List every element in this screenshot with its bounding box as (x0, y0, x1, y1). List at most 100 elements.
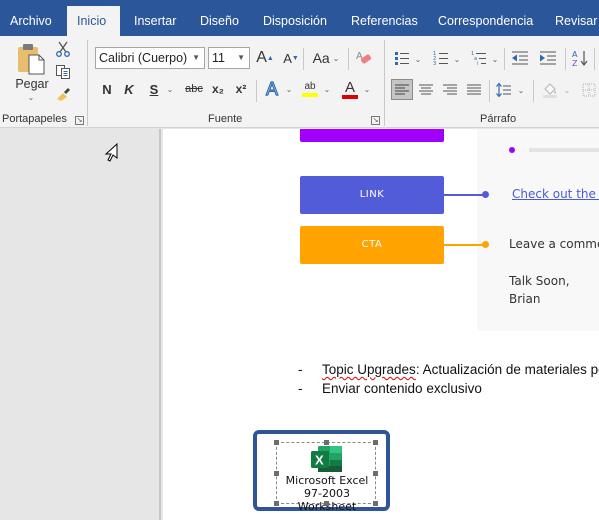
superscript-button[interactable]: x² (232, 80, 250, 98)
highlight-dropdown-icon[interactable]: ⌄ (322, 82, 332, 96)
grow-font-button[interactable]: A ▲ (255, 48, 275, 68)
tab-diseno[interactable]: Diseño (190, 6, 249, 36)
link-bar: LINK (300, 176, 444, 214)
ribbon-tab-bar: Archivo Inicio Insertar Diseño Disposici… (0, 0, 599, 36)
tab-archivo[interactable]: Archivo (0, 6, 62, 36)
tab-inicio[interactable]: Inicio (67, 6, 120, 36)
underline-dropdown-icon[interactable]: ⌄ (165, 82, 175, 96)
align-left-icon (395, 84, 409, 94)
resize-handle[interactable] (274, 501, 279, 506)
numbering-button[interactable]: 1 2 3 (432, 48, 450, 68)
paint-bucket-icon (543, 82, 557, 98)
tab-referencias[interactable]: Referencias (341, 6, 428, 36)
italic-button[interactable]: K (121, 80, 137, 98)
resize-handle[interactable] (373, 471, 378, 476)
align-right-icon (443, 84, 457, 94)
embedded-object-frame[interactable]: X Microsoft Excel 97-2003 Worksheet (253, 430, 390, 513)
resize-handle[interactable] (324, 440, 329, 445)
decrease-indent-icon (512, 51, 528, 65)
placeholder-line (529, 148, 599, 152)
bullets-button[interactable] (393, 48, 411, 68)
paste-button[interactable] (14, 42, 48, 76)
shading-dropdown-icon[interactable]: ⌄ (562, 83, 572, 97)
cta-bar: CTA (300, 226, 444, 264)
font-launcher-icon[interactable]: ↘ (371, 116, 380, 125)
tab-correspondencia[interactable]: Correspondencia (428, 6, 543, 36)
resize-handle[interactable] (324, 501, 329, 506)
bullets-dropdown-icon[interactable]: ⌄ (413, 52, 423, 66)
resize-handle[interactable] (274, 471, 279, 476)
sort-az-icon: A Z (572, 50, 588, 67)
numbered-list-icon: 1 2 3 (433, 51, 448, 66)
chevron-down-icon: ⌄ (332, 53, 340, 63)
multilevel-dropdown-icon[interactable]: ⌄ (490, 52, 500, 66)
font-color-button[interactable]: A (340, 78, 360, 100)
align-center-button[interactable] (416, 79, 436, 100)
subscript-button[interactable]: x₂ (209, 80, 227, 98)
justify-button[interactable] (464, 79, 484, 100)
font-color-dropdown-icon[interactable]: ⌄ (362, 82, 372, 96)
align-center-icon (419, 84, 433, 94)
tab-revisar[interactable]: Revisar (545, 6, 599, 36)
paste-label[interactable]: Pegar (12, 76, 52, 92)
text-effects-dropdown-icon[interactable]: ⌄ (284, 82, 294, 96)
resize-handle[interactable] (274, 440, 279, 445)
highlight-icon: ab (304, 81, 316, 92)
document-page[interactable]: LINK CTA Check out the n Leave a comme T… (163, 129, 599, 520)
sort-button[interactable]: A Z (570, 48, 590, 68)
copy-button[interactable] (54, 63, 72, 81)
clear-formatting-button[interactable]: A (354, 48, 374, 68)
separator (489, 80, 490, 102)
increase-indent-button[interactable] (538, 48, 558, 68)
link-connector (444, 194, 484, 196)
link-connector-dot (482, 191, 489, 198)
grow-font-icon: A (256, 49, 267, 66)
tab-disposicion[interactable]: Disposición (253, 6, 337, 36)
multilevel-list-button[interactable]: 1 a i (470, 48, 488, 68)
group-label-portapapeles: Portapapeles (2, 113, 67, 125)
chevron-down-icon[interactable]: ▼ (192, 48, 200, 68)
highlight-color-swatch (302, 93, 318, 97)
multilevel-list-icon: 1 a i (471, 51, 486, 66)
resize-handle[interactable] (373, 440, 378, 445)
paste-dropdown-icon[interactable]: ⌄ (25, 92, 37, 102)
email-signoff: Talk Soon, (509, 274, 570, 288)
highlight-button[interactable]: ab (300, 78, 320, 100)
tab-insertar[interactable]: Insertar (124, 6, 186, 36)
svg-text:X: X (315, 453, 324, 468)
cut-button[interactable] (54, 40, 72, 58)
borders-button[interactable] (580, 79, 598, 100)
borders-icon (582, 83, 596, 96)
excel-icon: X (311, 446, 342, 472)
change-case-button[interactable]: Aa ⌄ (308, 48, 344, 68)
document-margin-area (0, 129, 161, 520)
align-right-button[interactable] (440, 79, 460, 100)
clipboard-launcher-icon[interactable]: ↘ (75, 116, 84, 125)
format-painter-icon (57, 88, 70, 101)
bold-button[interactable]: N (99, 80, 115, 98)
bullet-list-icon (395, 52, 409, 65)
format-painter-button[interactable] (54, 85, 72, 103)
align-left-button[interactable] (391, 79, 413, 100)
numbering-dropdown-icon[interactable]: ⌄ (452, 52, 462, 66)
shading-button[interactable] (540, 79, 560, 100)
underline-button[interactable]: S (146, 80, 162, 98)
font-size-combo[interactable]: 11 ▼ (208, 47, 250, 69)
group-separator (384, 40, 385, 126)
shrink-font-button[interactable]: A ▼ (281, 48, 301, 68)
decrease-indent-button[interactable] (510, 48, 530, 68)
email-signature: Brian (509, 292, 541, 306)
strikethrough-button[interactable]: abc (182, 80, 206, 98)
separator (594, 48, 595, 70)
line-spacing-icon (496, 82, 511, 97)
line-spacing-dropdown-icon[interactable]: ⌄ (516, 83, 526, 97)
resize-handle[interactable] (373, 501, 378, 506)
chevron-down-icon[interactable]: ▼ (237, 48, 245, 68)
text-effects-button[interactable]: A (262, 78, 282, 100)
cta-connector (444, 244, 484, 246)
line-spacing-button[interactable] (494, 79, 514, 100)
separator (565, 48, 566, 70)
email-cta-text: Leave a comme (509, 237, 599, 251)
embedded-excel-object[interactable]: X Microsoft Excel 97-2003 Worksheet (274, 440, 378, 513)
font-name-combo[interactable]: Calibri (Cuerpo) ▼ (95, 47, 205, 69)
